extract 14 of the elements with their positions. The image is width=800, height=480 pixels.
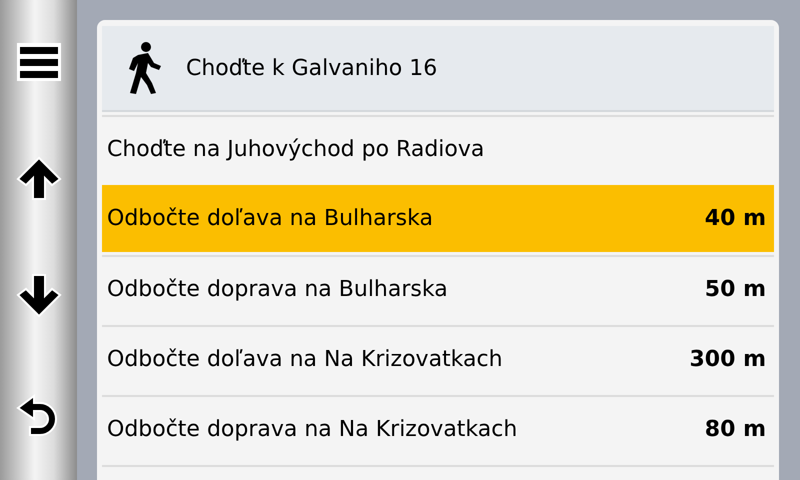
down-arrow-icon[interactable] [16,273,62,320]
menu-icon[interactable] [16,42,62,82]
distance-text: 40 m [704,205,766,233]
up-arrow-icon[interactable] [16,154,62,201]
distance-text: 80 m [704,416,766,444]
direction-text: Odbočte doprava na Na Krizovatkach [107,416,518,444]
direction-text: Choďte na Juhovýchod po Radiova [107,136,484,164]
direction-row[interactable]: Odbočte doľava na Bulharska 40 m [102,185,774,252]
direction-text: Odbočte doprava na Bulharska [107,276,448,304]
direction-text: Odbočte doľava na Bulharska [107,205,433,233]
direction-text: Odbočte doľava na Na Krizovatkach [107,346,503,374]
distance-text: 300 m [689,346,766,374]
distance-text: 50 m [704,276,766,304]
header-title: Choďte k Galvaniho 16 [186,54,438,82]
